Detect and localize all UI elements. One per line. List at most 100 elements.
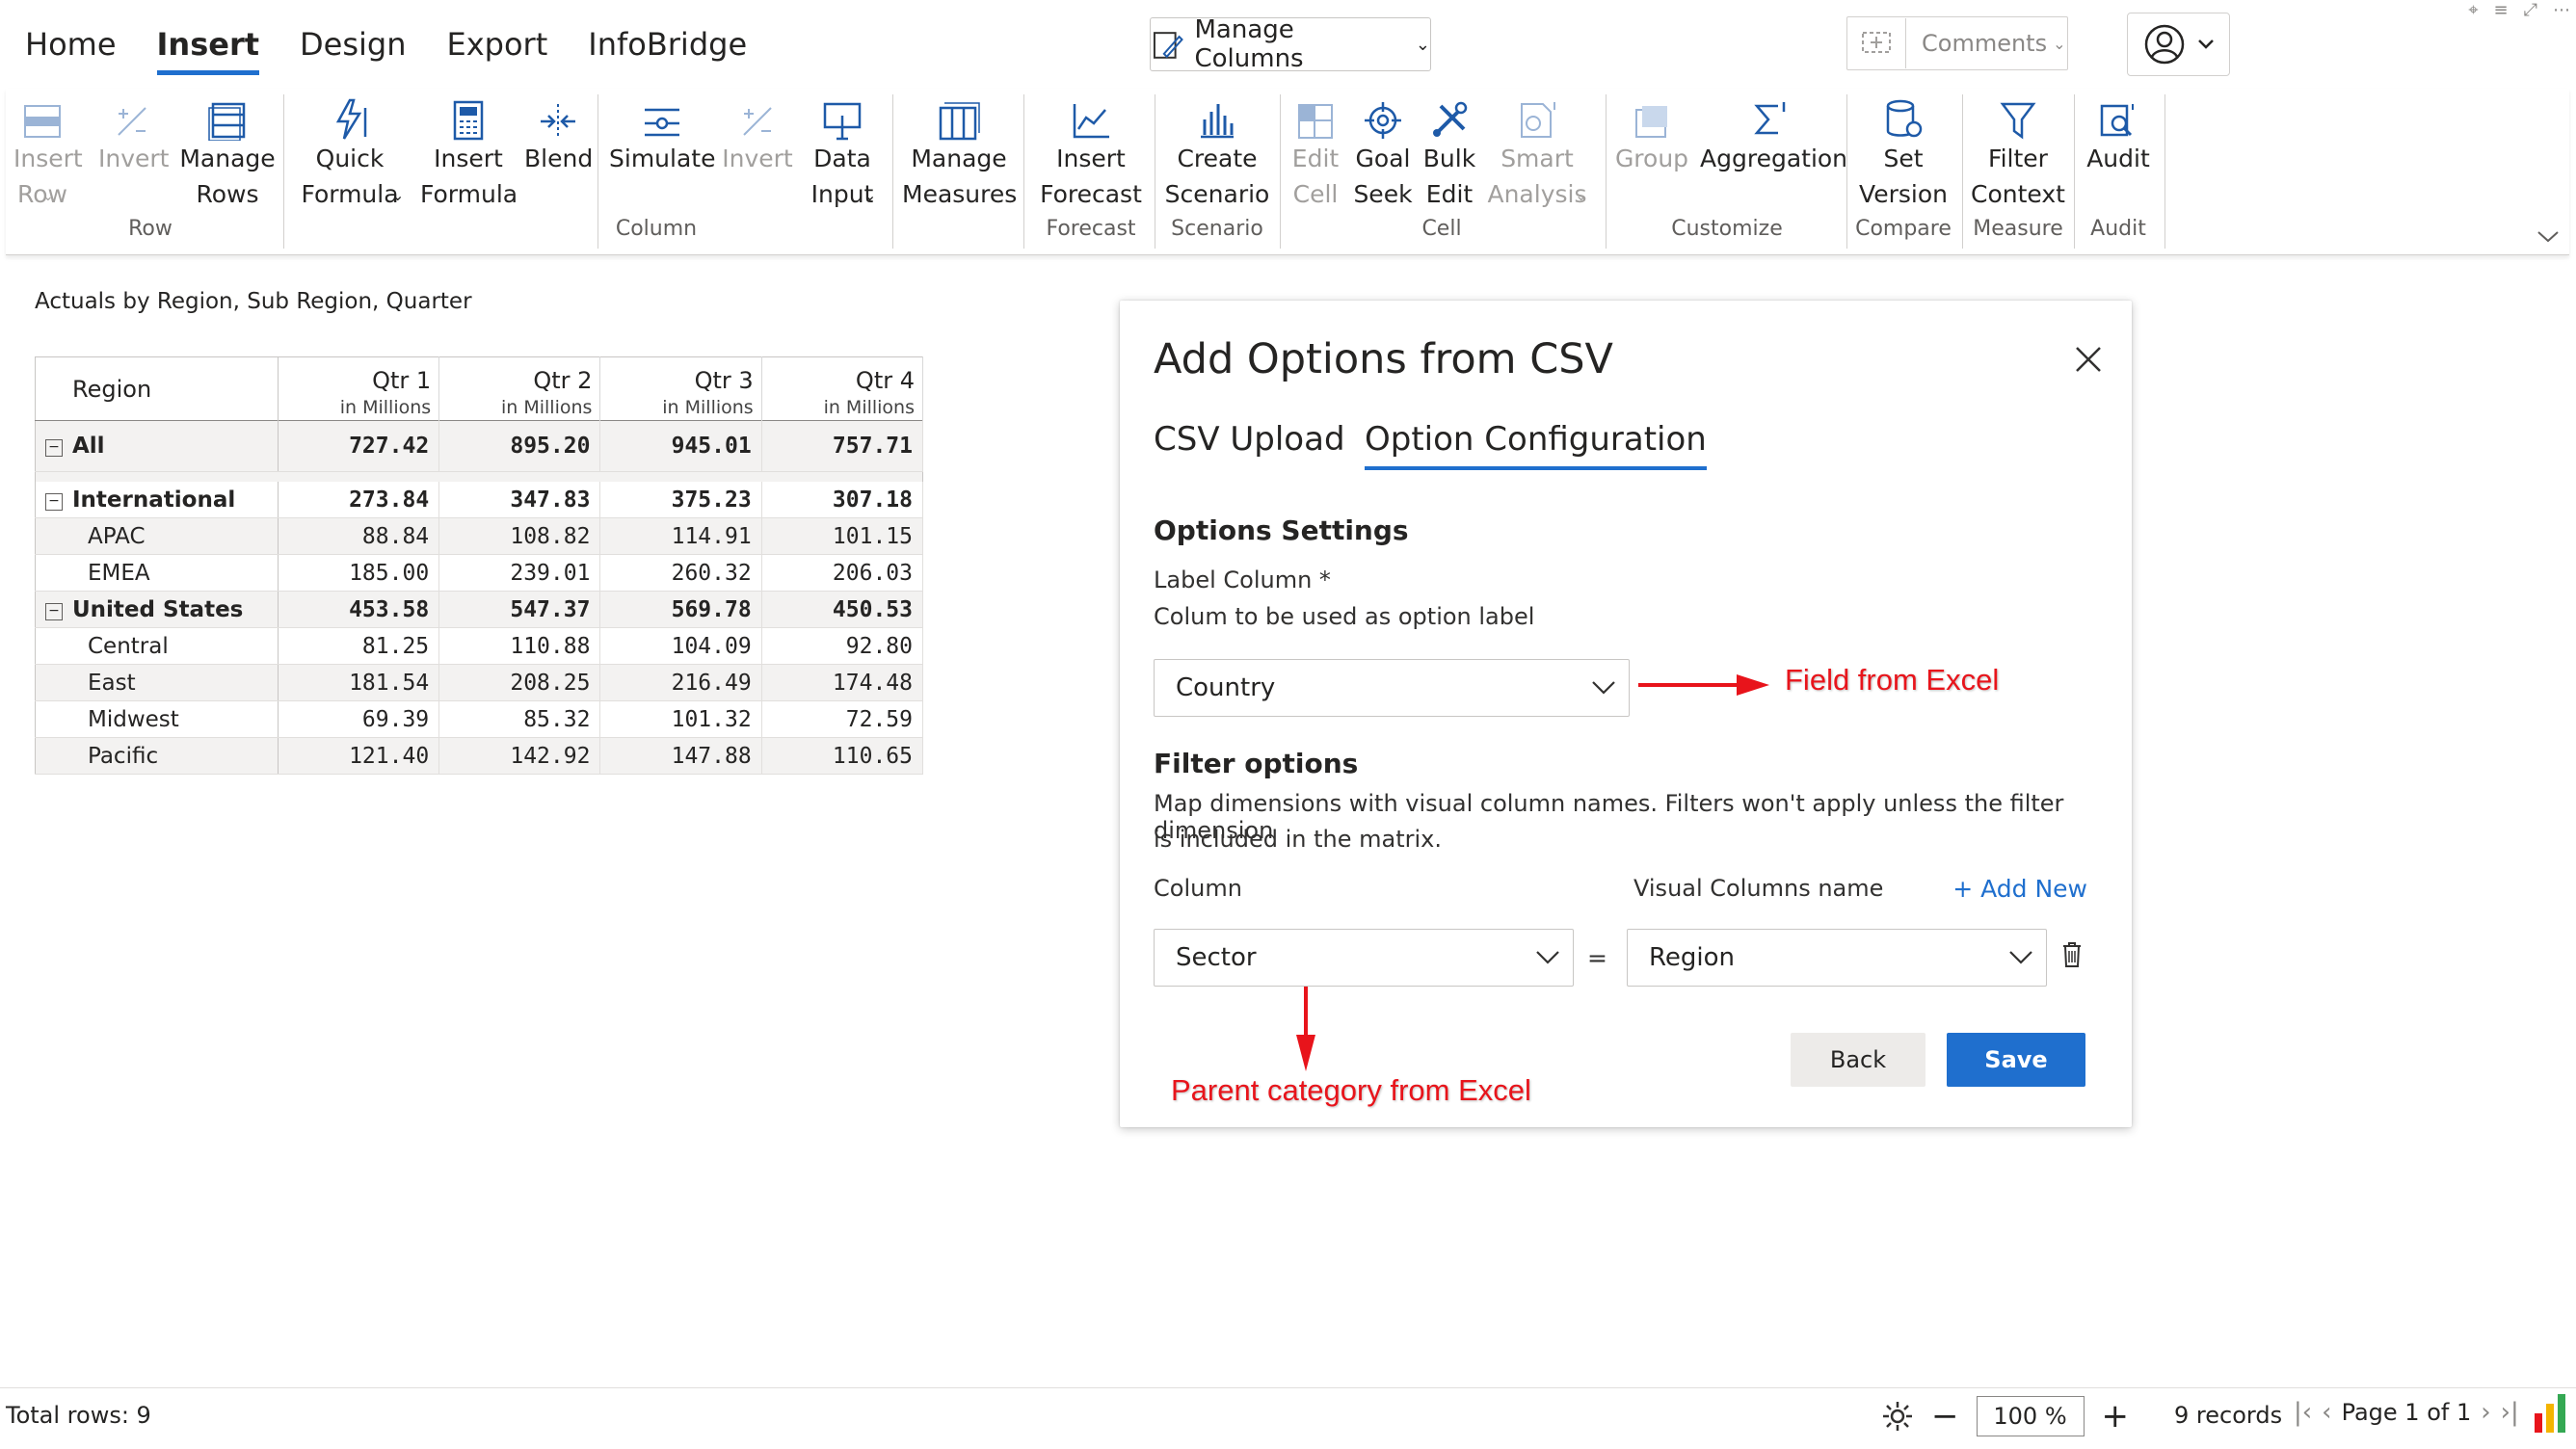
- collapse-icon[interactable]: −: [45, 439, 63, 457]
- insert-formula-button[interactable]: Insert Formula: [420, 89, 518, 212]
- zoom-level[interactable]: 100 %: [1976, 1396, 2085, 1436]
- last-page-icon[interactable]: ›|: [2501, 1398, 2519, 1427]
- column-header[interactable]: Qtr 3 in Millions: [599, 356, 762, 421]
- first-page-icon[interactable]: |‹: [2294, 1398, 2312, 1427]
- cell-value[interactable]: 757.71: [761, 420, 924, 472]
- add-comment-icon[interactable]: [1847, 18, 1906, 68]
- aggregation-button[interactable]: Aggregation: [1700, 89, 1847, 176]
- back-button[interactable]: Back: [1791, 1033, 1925, 1087]
- cell-value[interactable]: 147.88: [599, 737, 762, 775]
- cell-value[interactable]: 110.88: [438, 627, 601, 665]
- cell-value[interactable]: 569.78: [599, 591, 762, 628]
- quick-formula-button[interactable]: Quick Formula: [293, 89, 407, 212]
- zoom-out-icon[interactable]: −: [1931, 1397, 1959, 1436]
- table-row[interactable]: Central 81.25 110.88 104.09 92.80: [35, 627, 924, 665]
- column-header[interactable]: Qtr 2 in Millions: [438, 356, 601, 421]
- cell-value[interactable]: 104.09: [599, 627, 762, 665]
- comments-control[interactable]: Comments ⌄: [1846, 16, 2068, 70]
- group-button[interactable]: Group: [1613, 89, 1690, 176]
- visual-column-select[interactable]: Region: [1627, 929, 2047, 987]
- cell-value[interactable]: 260.32: [599, 554, 762, 592]
- cell-value[interactable]: 239.01: [438, 554, 601, 592]
- table-row[interactable]: − International 273.84 347.83 375.23 307.…: [35, 482, 924, 518]
- label-column-select[interactable]: Country: [1154, 659, 1630, 717]
- invert-row-button[interactable]: Invert: [98, 89, 169, 176]
- table-row[interactable]: APAC 88.84 108.82 114.91 101.15: [35, 517, 924, 555]
- user-menu[interactable]: [2127, 13, 2230, 76]
- cell-value[interactable]: 72.59: [761, 700, 924, 738]
- close-icon[interactable]: [2074, 345, 2103, 374]
- cell-value[interactable]: 108.82: [438, 517, 601, 555]
- manage-columns-button[interactable]: Manage Columns ⌄: [1150, 15, 1431, 73]
- cell-value[interactable]: 895.20: [438, 420, 601, 472]
- column-select[interactable]: Sector: [1154, 929, 1574, 987]
- filter-icon[interactable]: ≡: [2494, 0, 2509, 20]
- cell-value[interactable]: 101.15: [761, 517, 924, 555]
- cell-value[interactable]: 88.84: [278, 517, 440, 555]
- invert-column-button[interactable]: Invert: [721, 89, 794, 176]
- tab-infobridge[interactable]: InfoBridge: [588, 21, 747, 67]
- table-row[interactable]: Pacific 121.40 142.92 147.88 110.65: [35, 737, 924, 775]
- cell-value[interactable]: 69.39: [278, 700, 440, 738]
- tab-csv-upload[interactable]: CSV Upload: [1154, 420, 1345, 459]
- cell-value[interactable]: 273.84: [278, 482, 440, 518]
- cell-value[interactable]: 453.58: [278, 591, 440, 628]
- column-header[interactable]: Qtr 1 in Millions: [278, 356, 440, 421]
- column-header[interactable]: Qtr 4 in Millions: [761, 356, 924, 421]
- cell-value[interactable]: 347.83: [438, 482, 601, 518]
- cell-value[interactable]: 85.32: [438, 700, 601, 738]
- cell-value[interactable]: 101.32: [599, 700, 762, 738]
- cell-value[interactable]: 181.54: [278, 664, 440, 701]
- cell-value[interactable]: 185.00: [278, 554, 440, 592]
- insert-forecast-button[interactable]: Insert Forecast: [1033, 89, 1149, 212]
- prev-page-icon[interactable]: ‹: [2322, 1398, 2331, 1427]
- cell-value[interactable]: 450.53: [761, 591, 924, 628]
- cell-value[interactable]: 110.65: [761, 737, 924, 775]
- save-button[interactable]: Save: [1947, 1033, 2085, 1087]
- cell-value[interactable]: 307.18: [761, 482, 924, 518]
- tab-design[interactable]: Design: [300, 21, 406, 67]
- bulk-edit-button[interactable]: Bulk Edit: [1417, 89, 1482, 212]
- cell-value[interactable]: 92.80: [761, 627, 924, 665]
- cell-value[interactable]: 142.92: [438, 737, 601, 775]
- cell-value[interactable]: 121.40: [278, 737, 440, 775]
- tab-insert[interactable]: Insert: [156, 21, 259, 75]
- manage-measures-button[interactable]: Manage Measures: [902, 89, 1017, 212]
- region-header[interactable]: Region: [35, 356, 279, 421]
- zoom-in-icon[interactable]: +: [2102, 1397, 2130, 1436]
- cell-value[interactable]: 206.03: [761, 554, 924, 592]
- cell-value[interactable]: 727.42: [278, 420, 440, 472]
- audit-button[interactable]: Audit: [2078, 89, 2159, 176]
- cell-value[interactable]: 208.25: [438, 664, 601, 701]
- simulate-button[interactable]: Simulate: [609, 89, 715, 176]
- collapse-icon[interactable]: −: [45, 492, 63, 511]
- table-row[interactable]: Midwest 69.39 85.32 101.32 72.59: [35, 700, 924, 738]
- goal-seek-button[interactable]: Goal Seek: [1349, 89, 1417, 212]
- add-new-link[interactable]: + Add New: [1952, 875, 2087, 903]
- cell-value[interactable]: 114.91: [599, 517, 762, 555]
- cell-value[interactable]: 216.49: [599, 664, 762, 701]
- cell-value[interactable]: 547.37: [438, 591, 601, 628]
- table-row[interactable]: EMEA 185.00 239.01 260.32 206.03: [35, 554, 924, 592]
- cell-value[interactable]: 375.23: [599, 482, 762, 518]
- set-version-button[interactable]: Set Version: [1850, 89, 1956, 212]
- tab-export[interactable]: Export: [447, 21, 548, 67]
- table-row[interactable]: East 181.54 208.25 216.49 174.48: [35, 664, 924, 701]
- blend-button[interactable]: Blend: [524, 89, 593, 176]
- tab-home[interactable]: Home: [25, 21, 117, 67]
- edit-cell-button[interactable]: Edit Cell: [1286, 89, 1345, 212]
- collapse-icon[interactable]: −: [45, 602, 63, 620]
- more-icon[interactable]: ⋯: [2553, 0, 2570, 20]
- next-page-icon[interactable]: ›: [2481, 1398, 2490, 1427]
- gear-icon[interactable]: [1881, 1400, 1914, 1433]
- cell-value[interactable]: 945.01: [599, 420, 762, 472]
- expand-icon[interactable]: ⤢: [2524, 0, 2537, 20]
- collapse-ribbon-icon[interactable]: [2536, 225, 2560, 250]
- table-row[interactable]: − All 727.42 895.20 945.01 757.71: [35, 420, 924, 472]
- create-scenario-button[interactable]: Create Scenario: [1158, 89, 1276, 212]
- tab-option-configuration[interactable]: Option Configuration: [1365, 420, 1707, 470]
- pin-icon[interactable]: ⌖: [2468, 0, 2478, 20]
- trash-icon[interactable]: [2061, 941, 2083, 968]
- cell-value[interactable]: 174.48: [761, 664, 924, 701]
- cell-value[interactable]: 81.25: [278, 627, 440, 665]
